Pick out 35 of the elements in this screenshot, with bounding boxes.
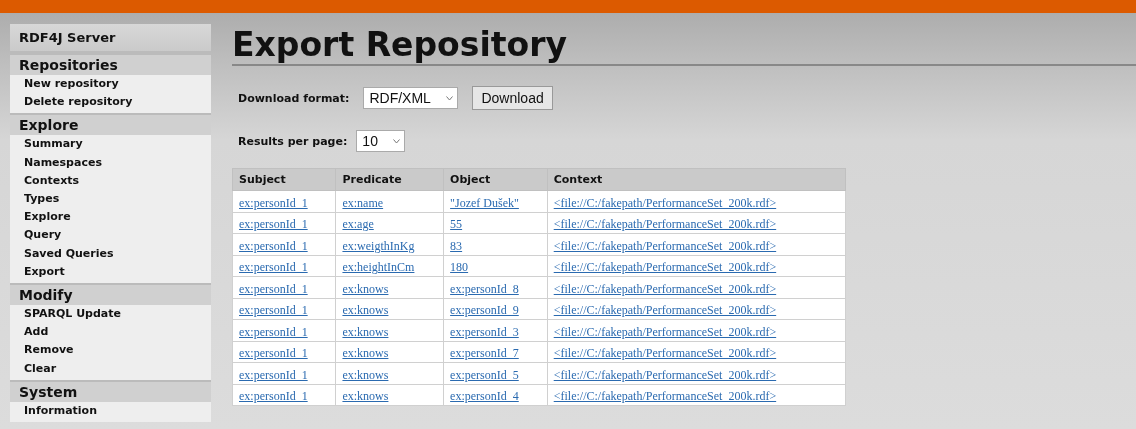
table-link[interactable]: 83 [450, 238, 463, 253]
column-header: Object [443, 168, 548, 191]
sidebar-heading: Modify [10, 283, 211, 306]
sidebar-item[interactable]: Types [10, 190, 211, 209]
sidebar-item[interactable]: Saved Queries [10, 244, 211, 263]
sidebar-item[interactable]: Export [10, 262, 211, 282]
sidebar-title: RDF4J Server [10, 24, 211, 53]
sidebar-item[interactable]: Add [10, 323, 211, 342]
sidebar-heading: Repositories [10, 53, 211, 75]
sidebar-item[interactable]: Query [10, 226, 211, 245]
results-select[interactable]: 10 [356, 130, 406, 152]
dropdown-caret-icon [393, 138, 401, 144]
column-header: Subject [232, 168, 336, 191]
sidebar-item[interactable]: Remove [10, 341, 211, 360]
table-link[interactable]: 180 [450, 260, 469, 275]
format-select[interactable]: RDF/XML [363, 87, 459, 109]
sidebar-item[interactable]: New repository [10, 75, 211, 94]
sidebar-item[interactable]: SPARQL Update [10, 305, 211, 324]
dropdown-caret-icon [446, 95, 454, 101]
download-format-label: Download format: [238, 91, 350, 105]
sidebar-heading: System [10, 379, 211, 402]
sidebar-item[interactable]: Information [10, 401, 211, 421]
table-link[interactable]: 55 [450, 217, 463, 232]
sidebar-item[interactable]: Explore [10, 208, 211, 227]
sidebar-item[interactable]: Namespaces [10, 153, 211, 172]
sidebar-item[interactable]: Contexts [10, 171, 211, 190]
column-header: Context [547, 168, 846, 191]
results-per-page-label: Results per page: [238, 134, 348, 148]
sidebar-item[interactable]: Clear [10, 359, 211, 378]
sidebar-heading: Explore [10, 113, 211, 136]
sidebar-item[interactable]: Summary [10, 135, 211, 154]
sidebar-item[interactable]: Delete repository [10, 93, 211, 112]
column-header: Predicate [335, 168, 444, 191]
download-button[interactable]: Download [472, 86, 553, 110]
page-title: Export Repository [232, 24, 1136, 66]
